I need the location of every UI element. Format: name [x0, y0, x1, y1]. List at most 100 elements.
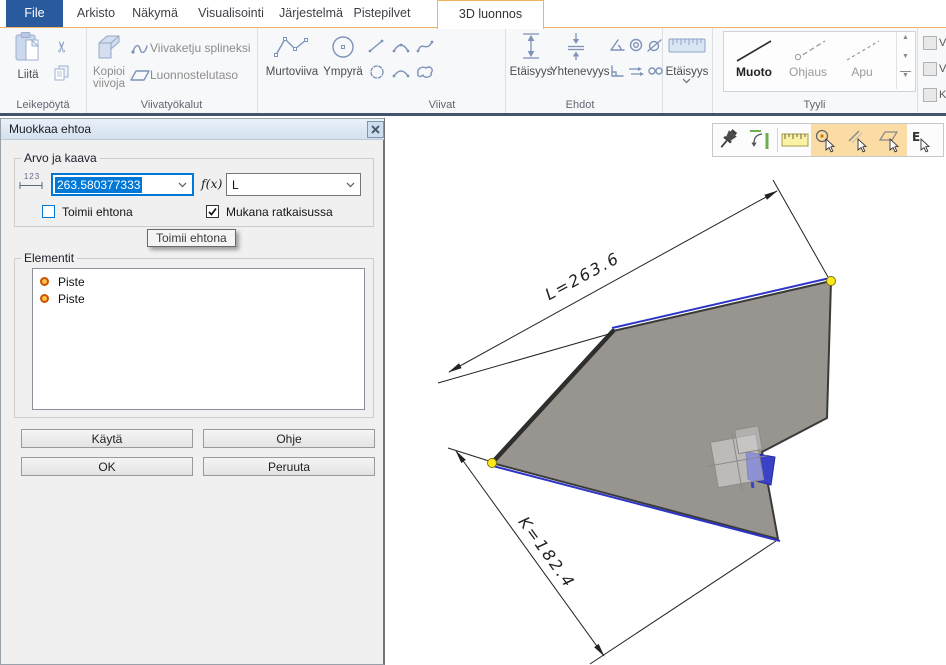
ok-button[interactable]: OK — [21, 457, 193, 476]
region-tool-icon[interactable] — [415, 64, 435, 80]
gallery-more-icon[interactable]: ▼ — [900, 71, 911, 79]
edit-constraint-dialog: Muokkaa ehtoa Arvo ja kaava 123 263.5803… — [0, 118, 385, 665]
toolbar-separator — [777, 128, 778, 152]
dropdown-arrow-icon[interactable] — [682, 78, 691, 84]
formula-combobox-text[interactable]: L — [232, 178, 239, 192]
gallery-scroll-up-icon[interactable]: ▲ — [897, 34, 914, 41]
cut-icon[interactable]: ✂ — [53, 35, 71, 53]
pick-plane-filter-icon[interactable] — [878, 128, 904, 154]
elements-group-label: Elementit — [21, 251, 77, 265]
measure-ruler-icon[interactable] — [781, 129, 807, 155]
copy-lines-button[interactable]: Kopioi viivoja — [87, 66, 131, 90]
polyline-icon[interactable] — [272, 33, 312, 59]
copy-icon[interactable] — [53, 64, 71, 82]
close-icon[interactable] — [367, 121, 384, 138]
vertex-point-right[interactable] — [827, 277, 836, 286]
apply-button[interactable]: Käytä — [21, 429, 193, 448]
dimension-L-text[interactable]: L=263.6 — [542, 248, 623, 304]
pick-line-filter-icon[interactable] — [846, 128, 872, 154]
angle-constraint-icon[interactable] — [608, 38, 626, 52]
help-button[interactable]: Ohje — [203, 429, 375, 448]
list-item[interactable]: Piste — [33, 273, 364, 290]
polyline-button[interactable]: Murtoviiva — [262, 66, 322, 78]
line-tool-icon[interactable] — [367, 38, 387, 54]
style-muoto[interactable]: Muoto — [732, 65, 776, 79]
ribbon-checkbox-1[interactable] — [923, 36, 937, 50]
style-apu-icon[interactable] — [842, 38, 882, 64]
paste-icon[interactable] — [13, 31, 43, 63]
ribbon-group-tyyli: Muoto Ohjaus Apu ▲ ▼ ▼ Tyyli — [712, 28, 918, 113]
cancel-button[interactable]: Peruuta — [203, 457, 375, 476]
paste-button[interactable]: Liitä — [6, 69, 50, 81]
tab-arkisto[interactable]: Arkisto — [70, 0, 122, 27]
chevron-down-icon[interactable] — [346, 182, 360, 188]
style-apu[interactable]: Apu — [840, 65, 884, 79]
spline-chain-icon[interactable] — [130, 41, 150, 55]
tab-visualisointi[interactable]: Visualisointi — [192, 0, 270, 27]
value-combobox[interactable]: 263.580377333 — [51, 173, 194, 196]
distance-constraint-icon[interactable] — [518, 31, 544, 61]
acts-as-constraint-label[interactable]: Toimii ehtona — [62, 205, 133, 219]
measure-distance-button[interactable]: Etäisyys — [663, 66, 711, 78]
circle-icon[interactable] — [330, 34, 356, 60]
list-item-label: Piste — [58, 292, 85, 306]
dashed-circle-tool-icon[interactable] — [367, 64, 387, 80]
distance-constraint-button[interactable]: Etäisyys — [507, 66, 555, 78]
vertex-point-left[interactable] — [488, 459, 497, 468]
sketch-plane-button[interactable]: Luonnostelutaso — [150, 68, 238, 82]
tab-nakyma[interactable]: Näkymä — [128, 0, 182, 27]
spline-chain-button[interactable]: Viivaketju splineksi — [150, 41, 251, 55]
tab-3d-luonnos[interactable]: 3D luonnos — [437, 0, 544, 29]
ribbon-checkbox-1-label: V — [939, 37, 946, 49]
arc2-tool-icon[interactable] — [391, 64, 411, 80]
value-formula-group-label: Arvo ja kaava — [21, 151, 100, 165]
dimension-K-text[interactable]: K=182.4 — [515, 513, 580, 592]
pin-icon[interactable] — [716, 127, 742, 153]
included-in-solve-label[interactable]: Mukana ratkaisussa — [226, 205, 333, 219]
concentric-constraint-icon[interactable] — [627, 38, 645, 52]
style-ohjaus-icon[interactable] — [788, 38, 828, 64]
copy-lines-icon[interactable] — [95, 32, 123, 62]
tab-jarjestelma[interactable]: Järjestelmä — [277, 0, 345, 27]
sketch-plane-icon[interactable] — [130, 69, 150, 81]
chevron-down-icon[interactable] — [178, 182, 192, 188]
value-combobox-text[interactable]: 263.580377333 — [55, 177, 142, 193]
parallel-constraint-icon[interactable] — [627, 64, 645, 78]
style-ohjaus[interactable]: Ohjaus — [786, 65, 830, 79]
group-label-viivatyokalut: Viivatyökalut — [86, 99, 257, 111]
update-dimension-icon[interactable] — [746, 127, 772, 153]
point-bullet-icon — [40, 277, 49, 286]
spline-tool-icon[interactable] — [415, 38, 435, 54]
circle-button[interactable]: Ympyrä — [323, 66, 363, 78]
tab-file[interactable]: File — [6, 0, 63, 27]
formula-combobox[interactable]: L — [226, 173, 361, 196]
perpendicular-constraint-icon[interactable] — [608, 64, 626, 78]
included-in-solve-checkbox[interactable] — [206, 205, 219, 218]
coincidence-button[interactable]: Yhtenevyys — [550, 66, 606, 78]
gallery-scroll-down-icon[interactable]: ▼ — [897, 53, 914, 60]
ribbon: Liitä ✂ Leikepöytä Kopioi viivoja Viiva — [0, 28, 946, 113]
svg-text:E: E — [912, 130, 920, 144]
ribbon-group-ehdot: Etäisyys Yhtenevyys — [505, 28, 663, 113]
pick-point-filter-icon[interactable] — [814, 128, 840, 154]
list-item[interactable]: Piste — [33, 290, 364, 307]
coincidence-icon[interactable] — [561, 31, 591, 61]
point-bullet-icon — [40, 294, 49, 303]
ruler-icon[interactable] — [668, 37, 706, 55]
elements-listbox[interactable]: Piste Piste — [32, 268, 365, 410]
ribbon-group-cutoff: V V K — [917, 28, 946, 113]
ribbon-checkbox-2[interactable] — [923, 62, 937, 76]
arc-tool-icon[interactable] — [391, 38, 411, 54]
ribbon-group-leikepoyta: Liitä ✂ Leikepöytä — [0, 28, 87, 113]
tab-pistepilvet[interactable]: Pistepilvet — [350, 0, 414, 27]
style-muoto-icon[interactable] — [734, 38, 774, 64]
ribbon-group-viivatyokalut: Kopioi viivoja Viivaketju splineksi Luon… — [86, 28, 258, 113]
ribbon-checkbox-3-label: K — [939, 89, 946, 101]
ribbon-checkbox-3[interactable] — [923, 88, 937, 102]
pick-element-filter-icon[interactable]: E — [909, 128, 935, 154]
acts-as-constraint-checkbox[interactable] — [42, 205, 55, 218]
ribbon-bottom-border — [0, 113, 946, 116]
dialog-titlebar[interactable]: Muokkaa ehtoa — [1, 119, 384, 140]
fx-label: f(x) — [201, 176, 222, 191]
group-label-leikepoyta: Leikepöytä — [0, 99, 86, 111]
